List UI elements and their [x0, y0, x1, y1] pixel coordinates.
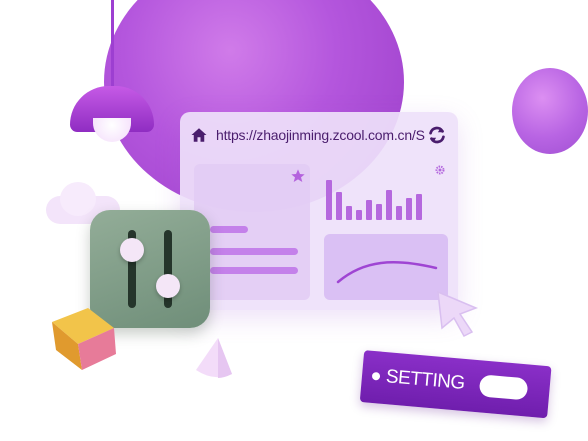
chart-bar	[366, 200, 372, 220]
setting-label: SETTING	[385, 366, 466, 394]
setting-toggle[interactable]	[478, 374, 529, 401]
home-icon[interactable]	[190, 126, 208, 144]
bar-chart-panel	[324, 164, 448, 224]
browser-window: https://zhaojinming.zcool.com.cn/S	[180, 112, 458, 310]
chart-bar	[356, 210, 362, 220]
chart-bar	[376, 204, 382, 220]
star-icon[interactable]	[290, 168, 306, 184]
chart-bar	[386, 190, 392, 220]
slider-knob[interactable]	[120, 238, 144, 262]
line-chart-panel	[324, 234, 448, 300]
slider-knob[interactable]	[156, 274, 180, 298]
setting-bar[interactable]: SETTING	[359, 350, 552, 419]
chart-bar	[336, 192, 342, 220]
setting-dot	[371, 371, 381, 381]
url-bar[interactable]: https://zhaojinming.zcool.com.cn/S	[190, 122, 448, 148]
gear-icon[interactable]	[434, 164, 446, 176]
refresh-icon[interactable]	[426, 124, 448, 146]
line-curve	[336, 260, 438, 284]
chart-bar	[396, 206, 402, 220]
cursor-icon	[437, 290, 479, 337]
content-line	[210, 226, 248, 233]
chart-bar	[326, 180, 332, 220]
cone-decoration	[196, 338, 232, 378]
small-sphere	[512, 68, 588, 154]
chart-bar	[346, 206, 352, 220]
content-line	[210, 267, 298, 274]
lamp-cord	[111, 0, 114, 96]
url-text[interactable]: https://zhaojinming.zcool.com.cn/S	[216, 127, 426, 143]
cube-decoration	[52, 308, 116, 370]
chart-bar	[416, 194, 422, 220]
chart-bar	[406, 198, 412, 220]
content-line	[210, 248, 298, 255]
